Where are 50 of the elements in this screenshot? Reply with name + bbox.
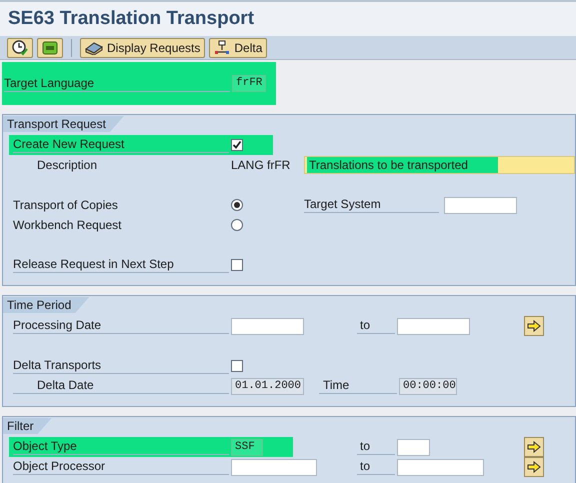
field-value: LANG frFR bbox=[231, 157, 292, 174]
field-label: to bbox=[357, 439, 395, 455]
window-title: SE63 Translation Transport bbox=[0, 0, 576, 36]
arrow-button[interactable] bbox=[524, 316, 544, 336]
input-field[interactable] bbox=[397, 438, 430, 456]
field-label: Release Request in Next Step bbox=[13, 257, 229, 273]
arrow-button[interactable] bbox=[524, 437, 544, 457]
field-label: to bbox=[357, 318, 395, 334]
arrow-button[interactable] bbox=[524, 457, 544, 477]
arrow-right-icon bbox=[527, 461, 541, 473]
input-field[interactable] bbox=[231, 458, 317, 476]
checkbox[interactable] bbox=[231, 259, 243, 271]
clock-icon bbox=[12, 40, 28, 56]
field-label: Transport of Copies bbox=[13, 198, 119, 212]
arrow-right-icon bbox=[527, 320, 541, 332]
group-title: Filter bbox=[3, 418, 52, 434]
radio-button[interactable] bbox=[231, 219, 243, 231]
description-field[interactable]: Translations to be transported bbox=[304, 156, 575, 174]
printer-icon bbox=[85, 40, 103, 54]
checkbox[interactable] bbox=[231, 139, 243, 151]
radio-button[interactable] bbox=[231, 199, 243, 211]
job-icon bbox=[42, 40, 58, 54]
field-label: Delta Transports bbox=[13, 358, 229, 374]
field-label: Description bbox=[36, 158, 98, 172]
field-label: Object Type bbox=[13, 439, 229, 455]
field-label: Processing Date bbox=[13, 318, 229, 334]
input-field[interactable] bbox=[397, 318, 470, 334]
field-label: Time bbox=[319, 378, 397, 394]
toolbar-button[interactable]: Delta bbox=[209, 38, 268, 58]
input-field[interactable]: frFR bbox=[232, 75, 266, 92]
field-label: Target System bbox=[304, 197, 439, 213]
group-title: Time Period bbox=[3, 297, 90, 313]
input-field[interactable] bbox=[444, 196, 517, 214]
field-label: Object Processor bbox=[13, 459, 229, 475]
checkbox[interactable] bbox=[231, 360, 243, 372]
input-field[interactable] bbox=[397, 458, 484, 476]
input-field[interactable] bbox=[231, 318, 304, 334]
field-label: Delta Date bbox=[13, 378, 229, 394]
field-label: Target Language bbox=[4, 76, 230, 92]
field-label: Create New Request bbox=[13, 137, 229, 153]
group-title: Transport Request bbox=[3, 116, 124, 132]
field-label: Workbench Request bbox=[13, 218, 123, 232]
input-field[interactable]: SSF bbox=[231, 438, 263, 456]
hierarchy-icon bbox=[214, 40, 230, 55]
input-field: 00:00:00 bbox=[399, 378, 457, 394]
arrow-right-icon bbox=[527, 441, 541, 453]
field-label: to bbox=[357, 459, 395, 475]
toolbar-button[interactable] bbox=[7, 38, 33, 58]
input-field: 01.01.2000 bbox=[231, 378, 304, 394]
toolbar-button[interactable]: Display Requests bbox=[80, 38, 206, 58]
